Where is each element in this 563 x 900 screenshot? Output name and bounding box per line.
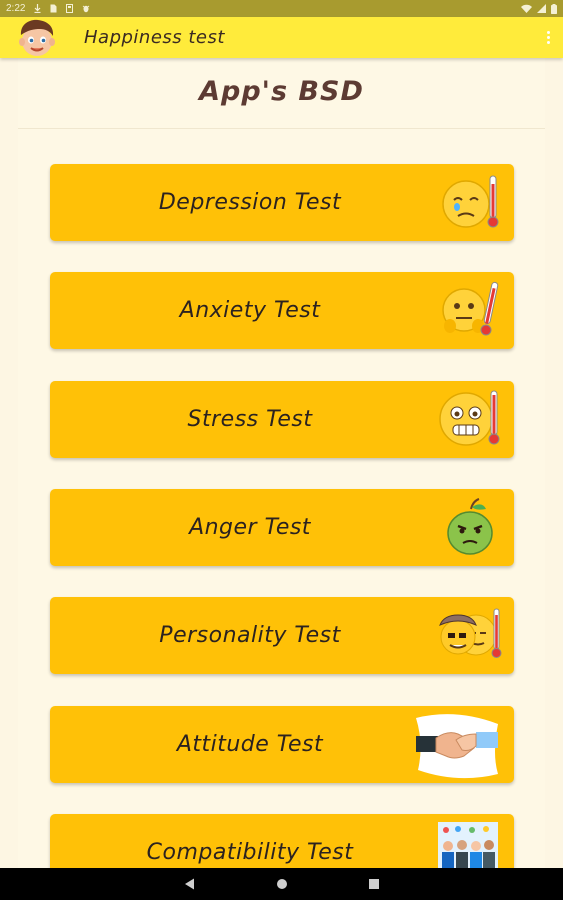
- boy-face-icon: [16, 17, 60, 58]
- download-icon: [34, 4, 41, 13]
- status-time: 2:22: [6, 3, 26, 14]
- bug-icon: [82, 4, 90, 13]
- battery-icon: [551, 3, 557, 14]
- home-icon[interactable]: [272, 874, 292, 894]
- group-photo-icon: [438, 822, 498, 870]
- app-title: Happiness test: [84, 27, 225, 48]
- stress-test-button[interactable]: Stress Test: [50, 381, 514, 458]
- depression-test-button[interactable]: Depression Test: [50, 164, 514, 241]
- test-label: Stress Test: [187, 407, 313, 432]
- overflow-menu-icon[interactable]: [533, 17, 563, 58]
- test-label: Personality Test: [159, 623, 341, 648]
- personality-test-button[interactable]: Personality Test: [50, 597, 514, 674]
- test-label: Anger Test: [189, 515, 311, 540]
- anxiety-test-button[interactable]: Anxiety Test: [50, 272, 514, 349]
- wifi-icon: [521, 4, 532, 13]
- angry-apple-icon: [438, 495, 502, 559]
- test-label: Attitude Test: [176, 732, 324, 757]
- signal-icon: [537, 4, 546, 13]
- test-label: Anxiety Test: [179, 298, 321, 323]
- page-title: App's BSD: [199, 76, 364, 107]
- sim-icon: [50, 4, 57, 13]
- personality-emoji-icon: [438, 603, 502, 667]
- handshake-icon: [414, 710, 500, 780]
- app-bar: Happiness test: [0, 17, 563, 58]
- recents-icon[interactable]: [364, 874, 384, 894]
- anger-test-button[interactable]: Anger Test: [50, 489, 514, 566]
- test-label: Depression Test: [158, 190, 342, 215]
- back-icon[interactable]: [180, 874, 200, 894]
- nervous-thermometer-emoji-icon: [438, 278, 502, 342]
- sad-thermometer-emoji-icon: [438, 170, 502, 234]
- navigation-bar: [0, 868, 563, 900]
- attitude-test-button[interactable]: Attitude Test: [50, 706, 514, 783]
- storage-icon: [66, 4, 74, 13]
- status-bar: 2:22: [0, 0, 563, 17]
- stressed-thermometer-emoji-icon: [438, 387, 502, 451]
- title-divider: [18, 128, 545, 129]
